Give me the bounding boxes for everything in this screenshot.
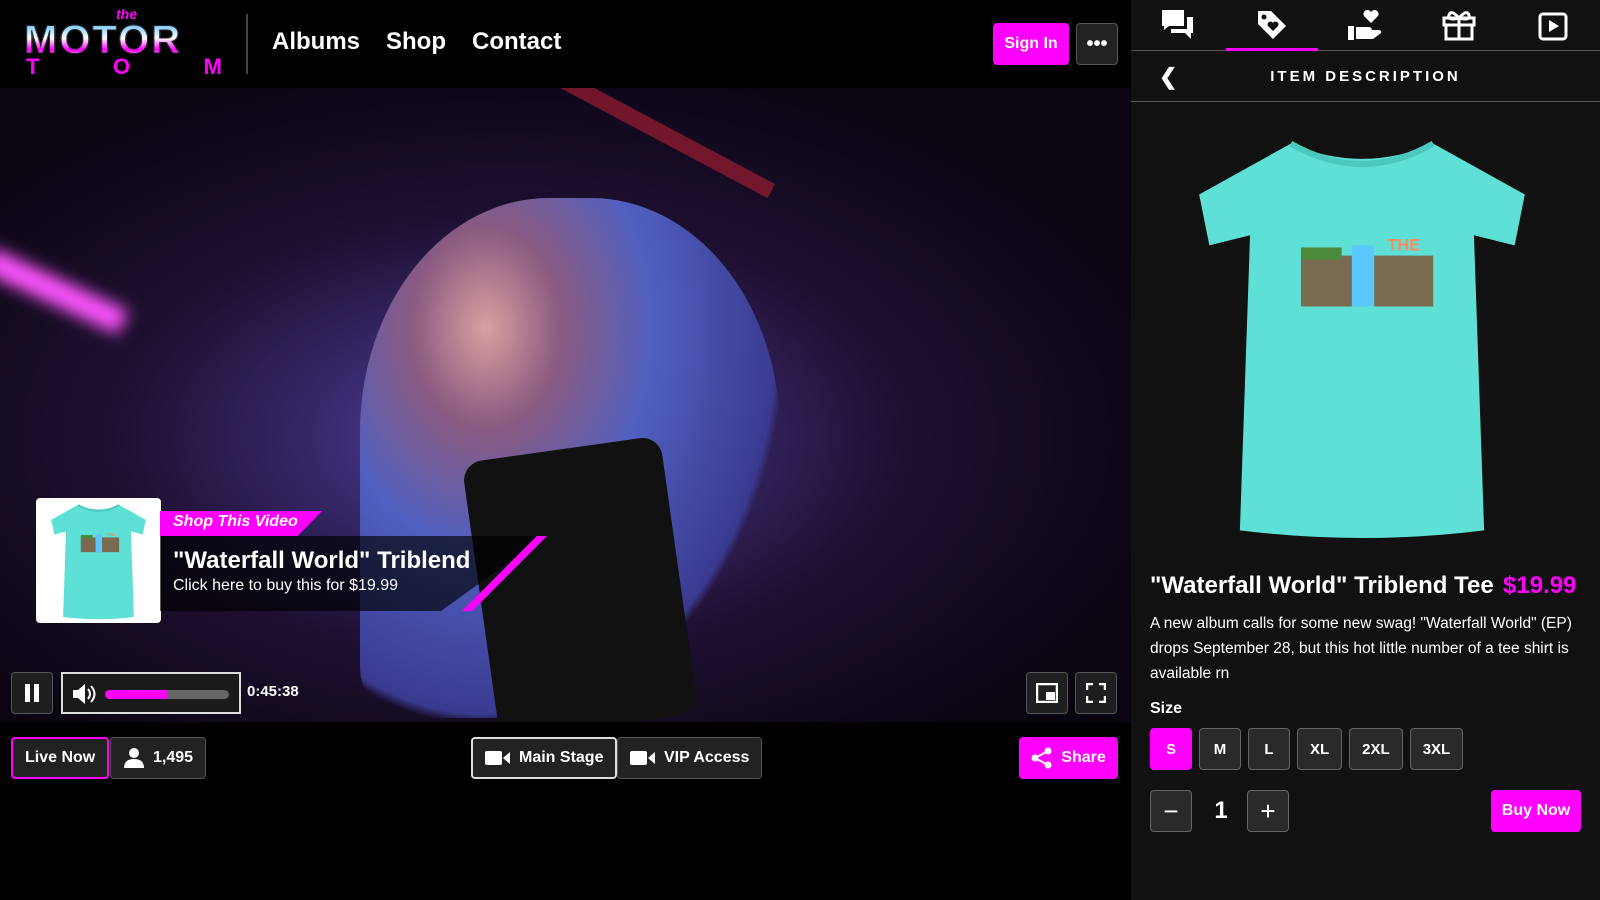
tab-chat[interactable] <box>1131 0 1225 50</box>
pause-button[interactable] <box>11 672 53 714</box>
share-label: Share <box>1061 749 1106 766</box>
volume-slider-fill <box>105 690 167 699</box>
product-description: A new album calls for some new swag! "Wa… <box>1150 615 1572 682</box>
nav-contact[interactable]: Contact <box>472 28 561 56</box>
picture-in-picture-button[interactable] <box>1026 672 1068 714</box>
picture-in-picture-icon <box>1036 683 1058 703</box>
chevron-left-icon: ❮ <box>1159 64 1178 89</box>
shop-overlay-title[interactable]: "Waterfall World" Triblend <box>173 547 470 575</box>
viewer-count: 1,495 <box>110 737 207 779</box>
logo-letter: M <box>203 54 222 79</box>
vip-access-button[interactable]: VIP Access <box>617 737 763 779</box>
volume-icon <box>73 684 96 704</box>
more-button[interactable]: ••• <box>1076 23 1118 65</box>
tab-donate[interactable] <box>1319 0 1413 50</box>
quantity-decrease-button[interactable]: − <box>1150 790 1192 832</box>
elapsed-time: 0:45:38 <box>247 683 299 700</box>
main-stage-button[interactable]: Main Stage <box>471 737 618 779</box>
volume-control[interactable] <box>61 672 241 714</box>
size-options: S M L XL 2XL 3XL <box>1150 728 1464 770</box>
size-option-xl[interactable]: XL <box>1297 728 1343 770</box>
tee-shirt-image <box>46 502 151 620</box>
tab-shop[interactable] <box>1225 0 1319 51</box>
gift-icon <box>1442 11 1476 41</box>
live-now-button[interactable]: Live Now <box>11 737 110 779</box>
plus-icon: + <box>1260 795 1276 826</box>
size-option-l[interactable]: L <box>1248 728 1290 770</box>
user-icon <box>124 748 144 768</box>
main-nav: Albums Shop Contact <box>272 28 561 56</box>
size-option-3xl[interactable]: 3XL <box>1409 728 1464 770</box>
video-play-icon <box>1538 12 1568 41</box>
vip-access-label: VIP Access <box>664 749 750 766</box>
share-button[interactable]: Share <box>1019 737 1118 779</box>
size-option-2xl[interactable]: 2XL <box>1349 728 1403 770</box>
header-divider <box>246 14 248 74</box>
video-player[interactable] <box>0 88 1131 722</box>
main-stage-label: Main Stage <box>519 749 604 766</box>
fullscreen-button[interactable] <box>1075 672 1117 714</box>
logo-tom: T O M <box>24 54 224 80</box>
nav-shop[interactable]: Shop <box>386 28 446 56</box>
tag-heart-icon <box>1257 11 1286 39</box>
viewer-count-value: 1,495 <box>153 749 194 766</box>
product-title: "Waterfall World" Triblend Tee <box>1150 572 1494 599</box>
more-horizontal-icon: ••• <box>1086 32 1108 55</box>
share-icon <box>1031 747 1052 769</box>
minus-icon: − <box>1163 795 1179 826</box>
tab-gift[interactable] <box>1412 0 1506 50</box>
logo[interactable]: the MOTOR T O M <box>23 6 224 79</box>
panel-heading: ITEM DESCRIPTION <box>1131 51 1600 102</box>
pause-icon <box>25 684 39 702</box>
tab-videos[interactable] <box>1506 0 1600 50</box>
shop-overlay-thumbnail[interactable] <box>36 498 161 623</box>
sign-in-button[interactable]: Sign In <box>993 23 1069 65</box>
video-camera-icon <box>485 751 510 765</box>
panel-tabs <box>1131 0 1600 51</box>
back-button[interactable]: ❮ <box>1159 64 1177 90</box>
fullscreen-icon <box>1086 683 1106 703</box>
live-now-label: Live Now <box>25 749 96 766</box>
shop-overlay-subtitle[interactable]: Click here to buy this for $19.99 <box>173 577 398 595</box>
video-frame-detail <box>484 88 776 199</box>
volume-slider[interactable] <box>105 690 229 699</box>
nav-albums[interactable]: Albums <box>272 28 360 56</box>
buy-now-button[interactable]: Buy Now <box>1491 790 1581 832</box>
quantity-value: 1 <box>1214 797 1228 824</box>
video-camera-icon <box>630 751 655 765</box>
size-option-s[interactable]: S <box>1150 728 1192 770</box>
size-label: Size <box>1150 700 1183 717</box>
side-panel: ITEM DESCRIPTION ❮ "Waterfall World" Tri… <box>1131 0 1600 900</box>
shop-overlay-tag: Shop This Video <box>160 511 322 536</box>
size-option-m[interactable]: M <box>1199 728 1241 770</box>
product-price: $19.99 <box>1503 572 1577 599</box>
donate-heart-icon <box>1348 9 1382 40</box>
video-frame-detail <box>0 247 129 335</box>
quantity-increase-button[interactable]: + <box>1247 790 1289 832</box>
logo-letter: O <box>113 54 131 79</box>
product-image <box>1189 133 1535 541</box>
logo-letter: T <box>26 54 40 79</box>
chat-icon <box>1161 10 1193 39</box>
